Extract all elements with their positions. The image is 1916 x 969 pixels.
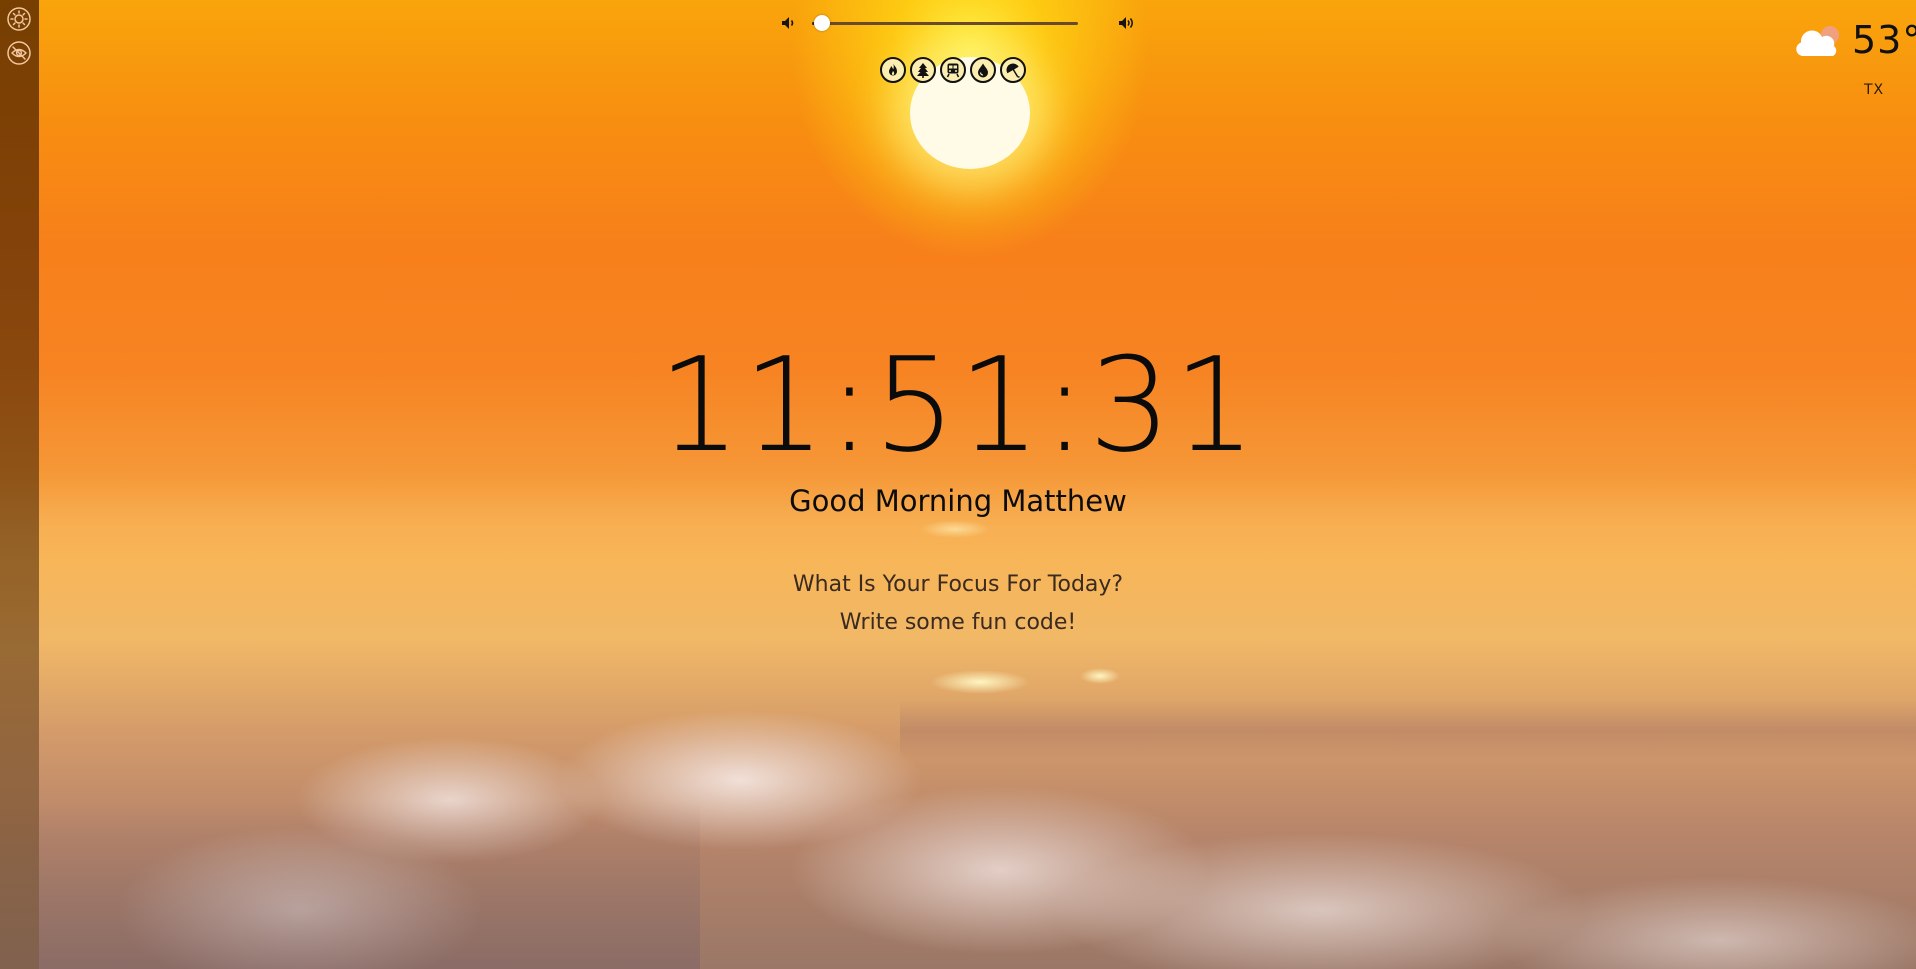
eye-off-icon[interactable] xyxy=(6,40,32,66)
train-icon[interactable] xyxy=(940,57,966,83)
weather-widget[interactable]: 53° TX xyxy=(1776,16,1916,106)
water-drop-icon[interactable] xyxy=(970,57,996,83)
cloud-icon xyxy=(1792,22,1842,62)
clock: 11:51:31 xyxy=(658,329,1258,481)
volume-control xyxy=(780,10,1142,36)
volume-high-icon[interactable] xyxy=(1118,14,1136,32)
background-scene: 53° TX 11:51:31 Good Morning Matthew Wha… xyxy=(0,0,1916,969)
tree-icon[interactable] xyxy=(910,57,936,83)
weather-temperature: 53° xyxy=(1852,18,1916,62)
weather-location: TX xyxy=(1864,82,1885,98)
focus-answer[interactable]: Write some fun code! xyxy=(0,610,1916,635)
volume-low-icon[interactable] xyxy=(780,14,798,32)
volume-slider[interactable] xyxy=(812,15,1078,31)
sun-icon[interactable] xyxy=(6,6,32,32)
greeting: Good Morning Matthew xyxy=(789,484,1127,518)
shore-shadow xyxy=(0,800,700,969)
volume-slider-thumb[interactable] xyxy=(814,15,830,31)
focus-question: What Is Your Focus For Today? xyxy=(792,572,1124,597)
water-sparkle xyxy=(920,520,990,538)
ambient-sound-bar xyxy=(880,57,1026,85)
fire-icon[interactable] xyxy=(880,57,906,83)
water-sparkle xyxy=(1080,668,1120,684)
umbrella-icon[interactable] xyxy=(1000,57,1026,83)
